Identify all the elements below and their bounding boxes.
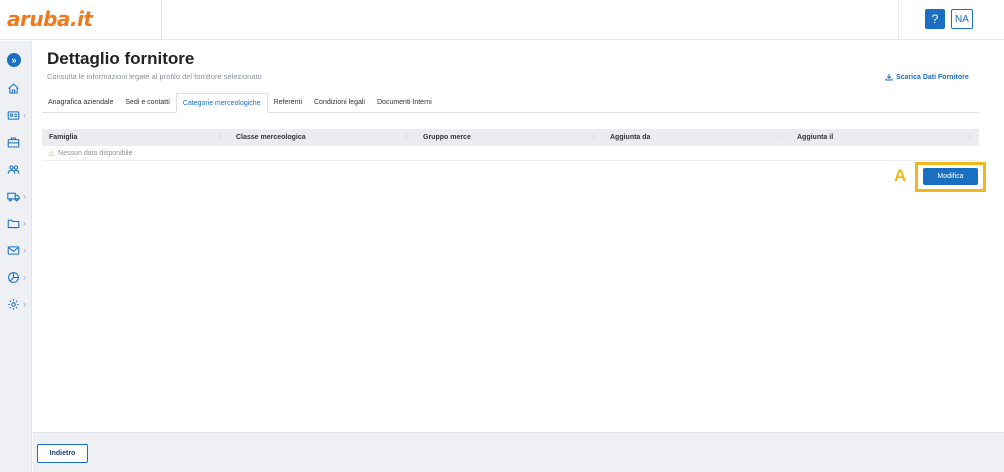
sort-icon[interactable]: ⋮ xyxy=(591,129,597,146)
sort-icon[interactable]: ⋮ xyxy=(404,129,410,146)
header-divider xyxy=(161,0,162,40)
column-label: Aggiunta il xyxy=(797,134,834,141)
sidebar-item-home[interactable] xyxy=(0,79,32,97)
warning-icon: ⚠ xyxy=(48,148,56,158)
chevron-right-icon: › xyxy=(23,191,26,201)
sidebar-item-utenti[interactable] xyxy=(0,160,32,178)
sidebar: » › › › › › › xyxy=(0,41,32,472)
edit-button[interactable]: Modifica xyxy=(923,168,978,185)
sidebar-item-logistica[interactable]: › xyxy=(0,187,32,205)
sidebar-item-fornitori[interactable] xyxy=(0,133,32,151)
chevron-right-icon: › xyxy=(23,299,26,309)
truck-icon xyxy=(7,192,20,201)
id-card-icon xyxy=(7,110,20,120)
back-button[interactable]: Indietro xyxy=(37,444,88,463)
tab-condizioni-legali[interactable]: Condizioni legali xyxy=(308,93,371,113)
column-header-classe-merceologica[interactable]: Classe merceologica ⋮ xyxy=(229,129,416,146)
page-title: Dettaglio fornitore xyxy=(47,49,195,68)
sort-icon[interactable]: ⋮ xyxy=(778,129,784,146)
expand-sidebar-button[interactable]: » xyxy=(7,53,21,67)
header-divider xyxy=(898,0,899,40)
column-header-aggiunta-il[interactable]: Aggiunta il ⋮ xyxy=(790,129,979,146)
user-avatar[interactable]: NA xyxy=(951,9,973,29)
empty-message: Nessun dato disponibile xyxy=(58,149,133,157)
column-label: Famiglia xyxy=(49,134,78,141)
home-icon xyxy=(8,82,19,93)
main-content: Dettaglio fornitore Consulta le informaz… xyxy=(33,41,1004,432)
tab-sedi-e-contatti[interactable]: Sedi e contatti xyxy=(119,93,175,113)
column-header-aggiunta-da[interactable]: Aggiunta da ⋮ xyxy=(603,129,790,146)
help-button[interactable]: ? xyxy=(925,9,945,29)
users-icon xyxy=(7,164,20,174)
sort-icon[interactable]: ⋮ xyxy=(967,129,973,146)
chevron-right-icon: › xyxy=(23,245,26,255)
column-header-gruppo-merce[interactable]: Gruppo merce ⋮ xyxy=(416,129,603,146)
column-label: Classe merceologica xyxy=(236,134,306,141)
tab-bar: Anagrafica aziendale Sedi e contatti Cat… xyxy=(42,93,979,113)
page-subtitle: Consulta le informazioni legate al profi… xyxy=(47,72,262,81)
column-header-famiglia[interactable]: Famiglia ⋮ xyxy=(42,129,229,146)
tab-referenti[interactable]: Referenti xyxy=(268,93,308,113)
sidebar-item-documenti[interactable]: › xyxy=(0,214,32,232)
briefcase-icon xyxy=(7,137,20,147)
download-icon xyxy=(885,74,893,81)
annotation-label: A xyxy=(894,166,907,185)
tab-anagrafica-aziendale[interactable]: Anagrafica aziendale xyxy=(42,93,119,113)
empty-table-row: ⚠ Nessun dato disponibile xyxy=(42,146,979,161)
footer-bar: Indietro xyxy=(33,432,1004,472)
chart-pie-icon xyxy=(8,271,19,283)
chevron-right-icon: › xyxy=(23,218,26,228)
chevron-right-icon: › xyxy=(23,272,26,282)
sidebar-item-messaggi[interactable]: › xyxy=(0,241,32,259)
sidebar-item-anagrafica[interactable]: › xyxy=(0,106,32,124)
download-supplier-data-link[interactable]: Scarica Dati Fornitore xyxy=(885,73,969,81)
table-header: Famiglia ⋮ Classe merceologica ⋮ Gruppo … xyxy=(42,129,979,146)
sidebar-item-impostazioni[interactable]: › xyxy=(0,295,32,313)
categories-table: Famiglia ⋮ Classe merceologica ⋮ Gruppo … xyxy=(42,129,979,161)
aruba-logo[interactable]: aruba.it xyxy=(7,7,93,33)
tab-categorie-merceologiche[interactable]: Categorie merceologiche xyxy=(175,93,268,113)
top-bar: aruba.it ? NA xyxy=(0,0,1004,40)
chevron-right-icon: › xyxy=(23,110,26,120)
folder-icon xyxy=(7,219,20,228)
mail-icon xyxy=(7,245,20,255)
column-label: Gruppo merce xyxy=(423,134,471,141)
sort-icon[interactable]: ⋮ xyxy=(217,129,223,146)
column-label: Aggiunta da xyxy=(610,134,651,141)
sidebar-item-report[interactable]: › xyxy=(0,268,32,286)
download-label: Scarica Dati Fornitore xyxy=(896,73,969,81)
tab-documenti-interni[interactable]: Documenti Interni xyxy=(371,93,438,113)
gear-icon xyxy=(8,298,19,310)
